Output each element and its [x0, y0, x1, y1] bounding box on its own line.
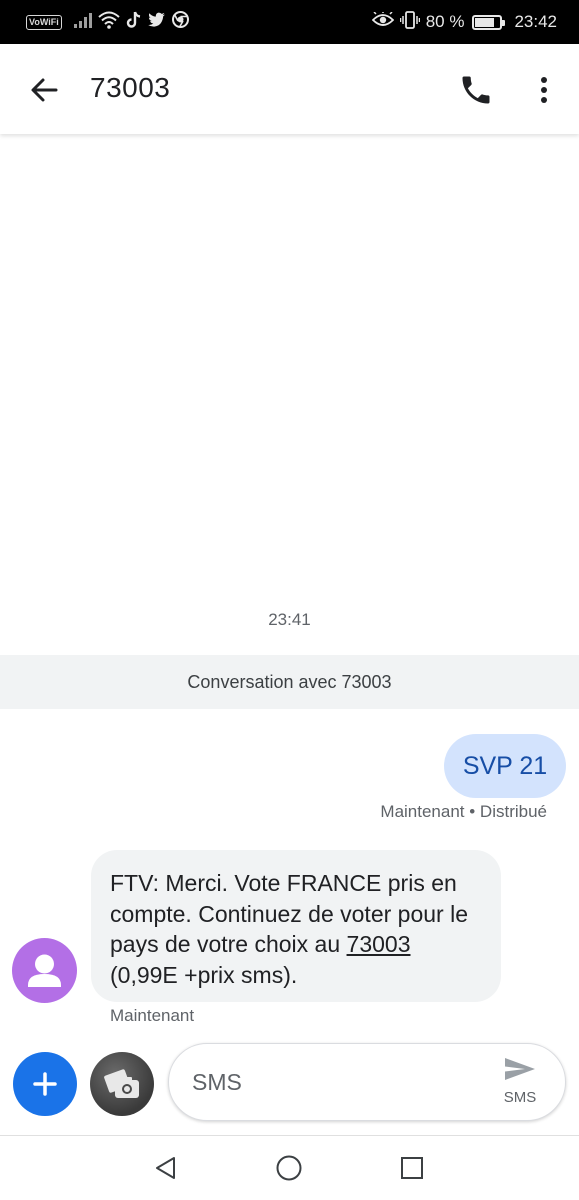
contact-avatar[interactable] — [12, 938, 77, 1003]
clock: 23:42 — [514, 12, 557, 31]
phone-icon — [462, 76, 490, 104]
outgoing-message-bubble[interactable]: SVP 21 — [444, 734, 566, 798]
incoming-message-bubble[interactable]: FTV: Merci. Vote FRANCE pris en compte. … — [91, 850, 501, 1002]
nav-home-icon — [276, 1155, 302, 1181]
vibrate-icon — [399, 10, 420, 35]
back-button[interactable] — [26, 72, 62, 108]
add-attachment-button[interactable] — [13, 1052, 77, 1116]
tiktok-icon — [126, 11, 142, 34]
send-type-label: SMS — [503, 1089, 537, 1106]
compose-box: SMS — [168, 1043, 566, 1121]
arrow-back-icon — [31, 78, 58, 102]
chrome-icon — [171, 11, 189, 33]
incoming-message-text-end: (0,99E +prix sms). — [110, 961, 298, 988]
status-bar-right: 80 % 23:42 — [371, 9, 557, 35]
status-bar: VoWiFi 80 % 23:42 — [0, 0, 579, 44]
camera-gallery-icon — [104, 1069, 139, 1098]
signal-icon — [73, 12, 92, 33]
nav-home-button[interactable] — [275, 1154, 303, 1182]
nav-recents-icon — [401, 1157, 423, 1179]
plus-icon — [33, 1072, 57, 1096]
gallery-camera-button[interactable] — [90, 1052, 154, 1116]
call-button[interactable] — [458, 72, 494, 108]
navigation-bar — [0, 1135, 579, 1200]
conversation-title: 73003 — [90, 72, 171, 103]
nav-back-icon — [156, 1157, 175, 1179]
status-bar-left: VoWiFi — [26, 11, 189, 33]
send-icon — [505, 1058, 535, 1080]
incoming-message-text: FTV: Merci. Vote FRANCE pris en compte. … — [110, 870, 468, 957]
wifi-icon — [98, 11, 120, 34]
message-input[interactable] — [192, 1066, 472, 1098]
nav-back-button[interactable] — [152, 1154, 180, 1182]
vowifi-badge: VoWiFi — [26, 14, 62, 30]
more-options-button[interactable] — [530, 70, 558, 110]
eye-comfort-icon — [371, 9, 394, 33]
nav-recents-button[interactable] — [398, 1154, 426, 1182]
conversation-banner: Conversation avec 73003 — [0, 655, 579, 709]
incoming-message-status: Maintenant — [110, 1006, 195, 1025]
battery-icon — [472, 14, 506, 30]
person-icon — [28, 954, 61, 987]
time-divider: 23:41 — [268, 610, 311, 629]
phone-number-link[interactable]: 73003 — [347, 931, 411, 957]
battery-fill — [475, 17, 495, 27]
more-vert-icon — [541, 77, 547, 103]
send-button[interactable]: SMS — [495, 1056, 545, 1112]
app-bar: 73003 — [0, 44, 579, 134]
outgoing-message-status: Maintenant • Distribué — [380, 802, 547, 821]
battery-percent: 80 % — [425, 12, 465, 31]
twitter-icon — [147, 12, 166, 33]
